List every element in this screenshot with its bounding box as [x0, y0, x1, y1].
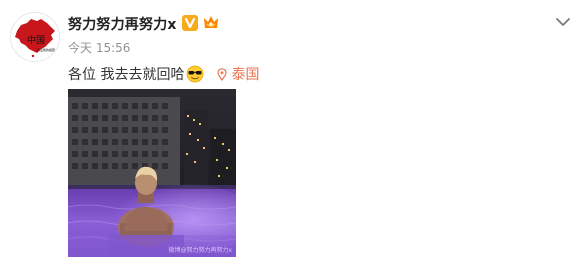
v-badge-icon[interactable]	[182, 15, 198, 31]
photo-watermark: 微博@努力努力再努力x	[168, 247, 232, 254]
chevron-down-icon[interactable]	[556, 12, 570, 26]
vip-member-icon[interactable]	[202, 14, 220, 32]
username-link[interactable]: 努力努力再努力x	[68, 14, 177, 34]
post-text: 各位 我去去就回哈	[68, 67, 185, 83]
post-photo[interactable]: 微博@努力努力再努力x	[68, 89, 236, 257]
location-link[interactable]: 泰国	[217, 64, 259, 84]
post-content: 各位 我去去就回哈 泰国	[68, 64, 259, 84]
avatar-subtext: 我爱我的祖国	[37, 47, 55, 52]
china-map-avatar-image: 中国 我爱我的祖国	[11, 13, 59, 61]
location-label: 泰国	[231, 67, 260, 83]
sunglasses-emoji	[185, 65, 205, 83]
location-pin-icon	[217, 67, 228, 81]
pool-night-photo	[68, 89, 236, 257]
avatar-text: 中国	[27, 34, 45, 46]
post-timestamp[interactable]: 今天 15:56	[68, 39, 130, 56]
avatar[interactable]: 中国 我爱我的祖国	[10, 12, 60, 62]
